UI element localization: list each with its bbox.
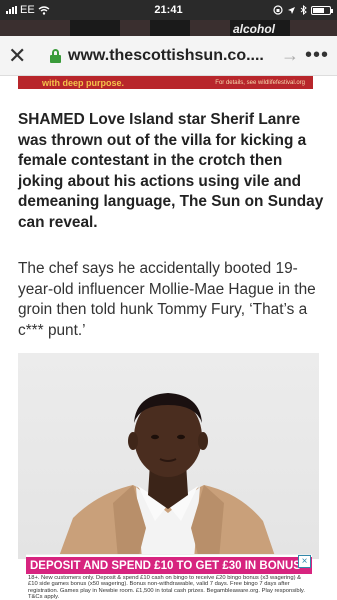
bottom-ad-fine-print: 18+. New customers only. Deposit & spend… xyxy=(28,575,305,600)
bluetooth-icon xyxy=(300,5,307,15)
banner-ad[interactable]: with deep purpose. For details, see wild… xyxy=(18,76,313,89)
wifi-icon xyxy=(38,5,50,15)
close-icon[interactable]: ✕ xyxy=(8,44,30,67)
article-paragraph: The chef says he accidentally booted 19-… xyxy=(18,260,316,339)
article-lead: SHAMED Love Island star Sherif Lanre was… xyxy=(18,111,324,231)
background-ad-strip xyxy=(0,20,337,36)
more-dots-icon[interactable]: ••• xyxy=(303,44,329,67)
bottom-ad[interactable]: DEPOSIT AND SPEND £10 TO GET £30 IN BONU… xyxy=(26,554,312,600)
signal-icon xyxy=(6,6,17,14)
person-portrait xyxy=(58,393,276,559)
article-photo[interactable] xyxy=(18,353,319,559)
battery-icon xyxy=(311,5,333,15)
carrier-label: EE xyxy=(20,4,35,16)
status-bar: EE 21:41 xyxy=(0,0,337,20)
url-field[interactable]: www.thescottishsun.co.... xyxy=(68,47,277,65)
status-right xyxy=(221,5,333,15)
clock: 21:41 xyxy=(154,4,183,16)
banner-ad-small-print: For details, see wildlifefestival.org xyxy=(215,79,305,86)
background-ad-text: alcohol xyxy=(232,22,275,36)
status-left: EE xyxy=(6,4,116,16)
lock-icon xyxy=(50,48,62,63)
bottom-ad-headline: DEPOSIT AND SPEND £10 TO GET £30 IN BONU… xyxy=(26,557,312,574)
location-icon xyxy=(288,6,295,14)
banner-ad-text: with deep purpose. xyxy=(42,77,125,88)
ad-close-icon[interactable]: × xyxy=(298,555,311,568)
rotation-lock-icon xyxy=(273,5,283,15)
forward-arrow-icon[interactable]: → xyxy=(277,45,303,66)
browser-toolbar: ✕ www.thescottishsun.co.... → ••• xyxy=(0,36,337,76)
